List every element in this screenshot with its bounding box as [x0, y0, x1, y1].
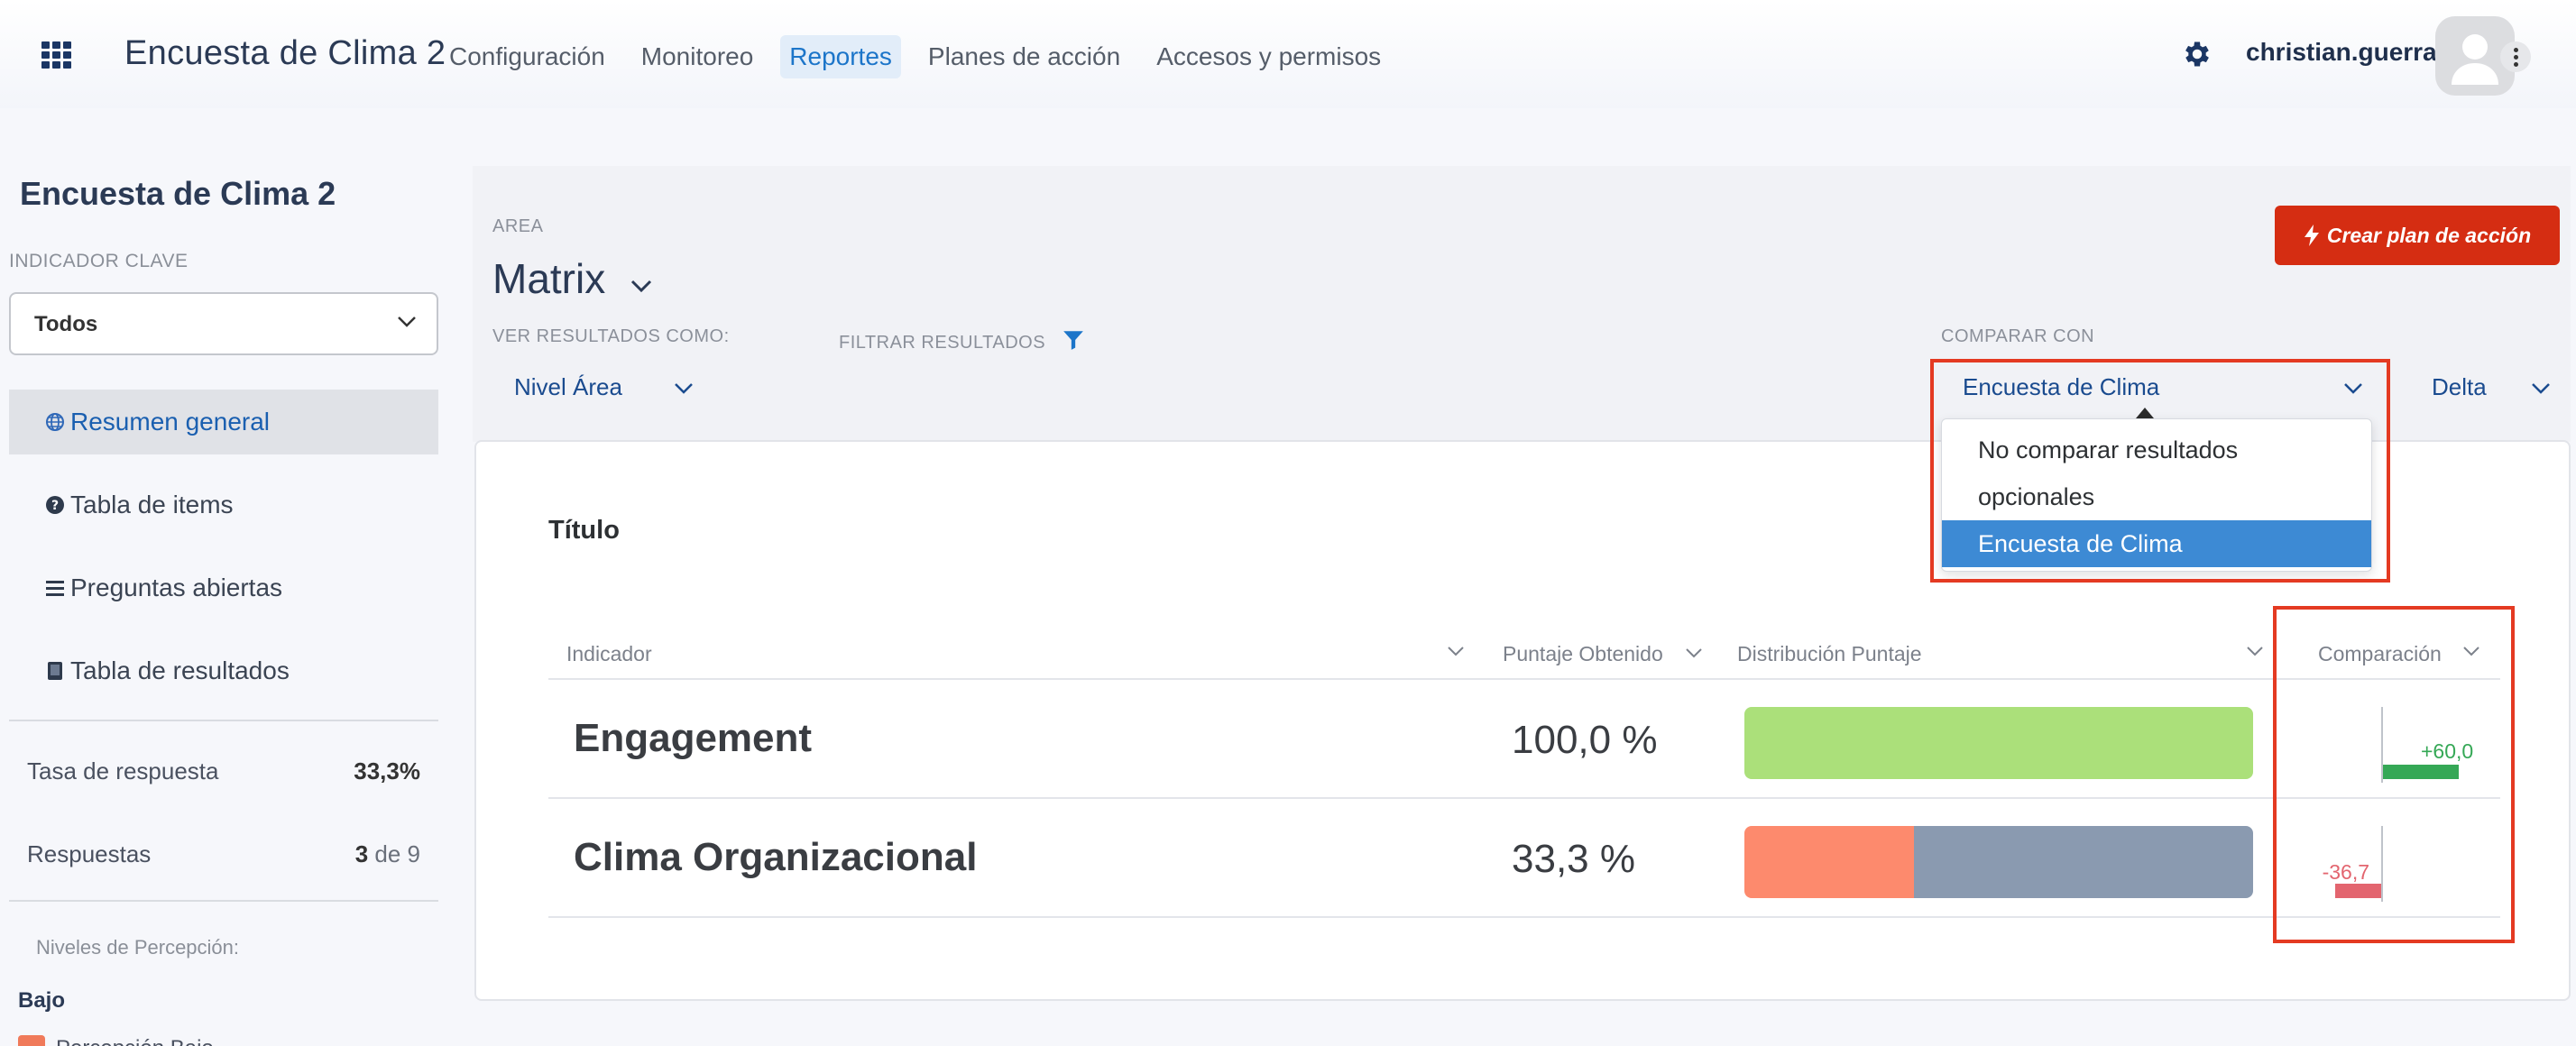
chevron-down-icon [2532, 383, 2550, 394]
sidebar-divider [9, 900, 438, 902]
more-vertical-icon[interactable] [2500, 41, 2531, 72]
menu-tabla-de-items[interactable]: ? Tabla de items [9, 473, 438, 537]
column-distribution: Distribución Puntaje [1737, 642, 1922, 665]
survey-title: Encuesta de Clima 2 [20, 175, 336, 212]
responses-value: 3 de 9 [354, 840, 420, 867]
globe-icon [45, 412, 65, 432]
nav-monitoreo[interactable]: Monitoreo [632, 35, 763, 78]
menu-label: Tabla de items [70, 491, 234, 518]
highlight-box-comparison [2273, 606, 2515, 943]
response-rate-label: Tasa de respuesta [27, 757, 219, 784]
legend-swatch [18, 1035, 45, 1046]
distribution-segment [1913, 826, 2253, 898]
area-select[interactable]: Matrix [492, 254, 653, 303]
menu-tabla-de-resultados[interactable]: Tabla de resultados [9, 638, 438, 703]
header-divider [548, 678, 2500, 680]
nav-planes-de-accion[interactable]: Planes de acción [919, 35, 1129, 78]
gear-icon[interactable] [2181, 38, 2213, 70]
indicator-score: 100,0 % [1512, 718, 1658, 762]
nav-reportes[interactable]: Reportes [780, 35, 901, 78]
menu-label: Preguntas abiertas [70, 573, 283, 601]
apps-grid-icon[interactable] [41, 41, 72, 69]
compare-mode-select[interactable]: Delta [2432, 373, 2558, 401]
filter-funnel-icon [1063, 331, 1083, 350]
svg-text:?: ? [51, 499, 59, 513]
chevron-down-icon[interactable] [1447, 646, 1465, 656]
column-score: Puntaje Obtenido [1503, 642, 1663, 665]
filter-results-label: FILTRAR RESULTADOS [839, 333, 1046, 353]
area-value: Matrix [492, 255, 606, 302]
indicator-select-value: Todos [34, 312, 98, 336]
indicator-label: INDICADOR CLAVE [9, 251, 189, 271]
list-icon [45, 578, 65, 598]
username[interactable]: christian.guerra [2246, 38, 2437, 67]
row-divider [548, 916, 2500, 918]
responses-label: Respuestas [27, 840, 152, 867]
view-as-label: VER RESULTADOS COMO: [492, 326, 730, 346]
chevron-down-icon [630, 280, 652, 293]
menu-label: Tabla de resultados [70, 656, 290, 684]
distribution-bar [1744, 826, 2253, 898]
sidebar-divider [9, 720, 438, 721]
filter-results-button[interactable]: FILTRAR RESULTADOS [839, 328, 1085, 353]
sidebar: Encuesta de Clima 2 INDICADOR CLAVE Todo… [0, 108, 451, 1046]
response-rate-value: 33,3% [354, 757, 420, 784]
menu-label: Resumen general [70, 408, 271, 436]
legend-low: Percepción Bajo [18, 1035, 214, 1046]
area-label: AREA [492, 216, 544, 236]
view-as-select[interactable]: Nivel Área [514, 373, 694, 401]
menu-preguntas-abiertas[interactable]: Preguntas abiertas [9, 555, 438, 620]
perception-levels-label: Niveles de Percepción: [36, 936, 240, 959]
card-title: Título [548, 516, 620, 545]
create-action-plan-button[interactable]: Crear plan de acción [2275, 206, 2560, 265]
distribution-segment [1744, 707, 2253, 779]
compare-mode-value: Delta [2432, 373, 2487, 400]
nav-configuracion[interactable]: Configuración [440, 35, 614, 78]
column-indicator: Indicador [566, 642, 652, 665]
indicator-score: 33,3 % [1512, 837, 1635, 881]
book-icon [45, 661, 65, 681]
indicator-select[interactable]: Todos [9, 292, 438, 355]
compare-label: COMPARAR CON [1941, 326, 2095, 346]
menu-resumen-general[interactable]: Resumen general [9, 390, 438, 454]
chevron-down-icon[interactable] [1685, 647, 1703, 658]
lightning-icon [2304, 225, 2319, 246]
main-nav: Configuración Monitoreo Reportes Planes … [440, 34, 1408, 79]
distribution-segment [1744, 826, 1914, 898]
indicator-name: Engagement [574, 716, 813, 760]
question-circle-icon: ? [45, 495, 65, 515]
chevron-down-icon [398, 317, 416, 327]
row-divider [548, 797, 2500, 799]
distribution-bar [1744, 707, 2253, 779]
app-title: Encuesta de Clima 2 [124, 34, 446, 72]
nav-accesos-y-permisos[interactable]: Accesos y permisos [1147, 35, 1390, 78]
indicator-name: Clima Organizacional [574, 835, 978, 879]
create-action-plan-label: Crear plan de acción [2326, 223, 2532, 247]
highlight-box-compare [1930, 359, 2390, 583]
view-as-value: Nivel Área [514, 373, 622, 400]
chevron-down-icon[interactable] [2246, 646, 2264, 656]
top-bar: Encuesta de Clima 2 Configuración Monito… [0, 0, 2576, 108]
legend-label: Percepción Bajo [56, 1036, 214, 1046]
perception-level-low: Bajo [18, 988, 66, 1013]
chevron-down-icon [675, 383, 694, 394]
